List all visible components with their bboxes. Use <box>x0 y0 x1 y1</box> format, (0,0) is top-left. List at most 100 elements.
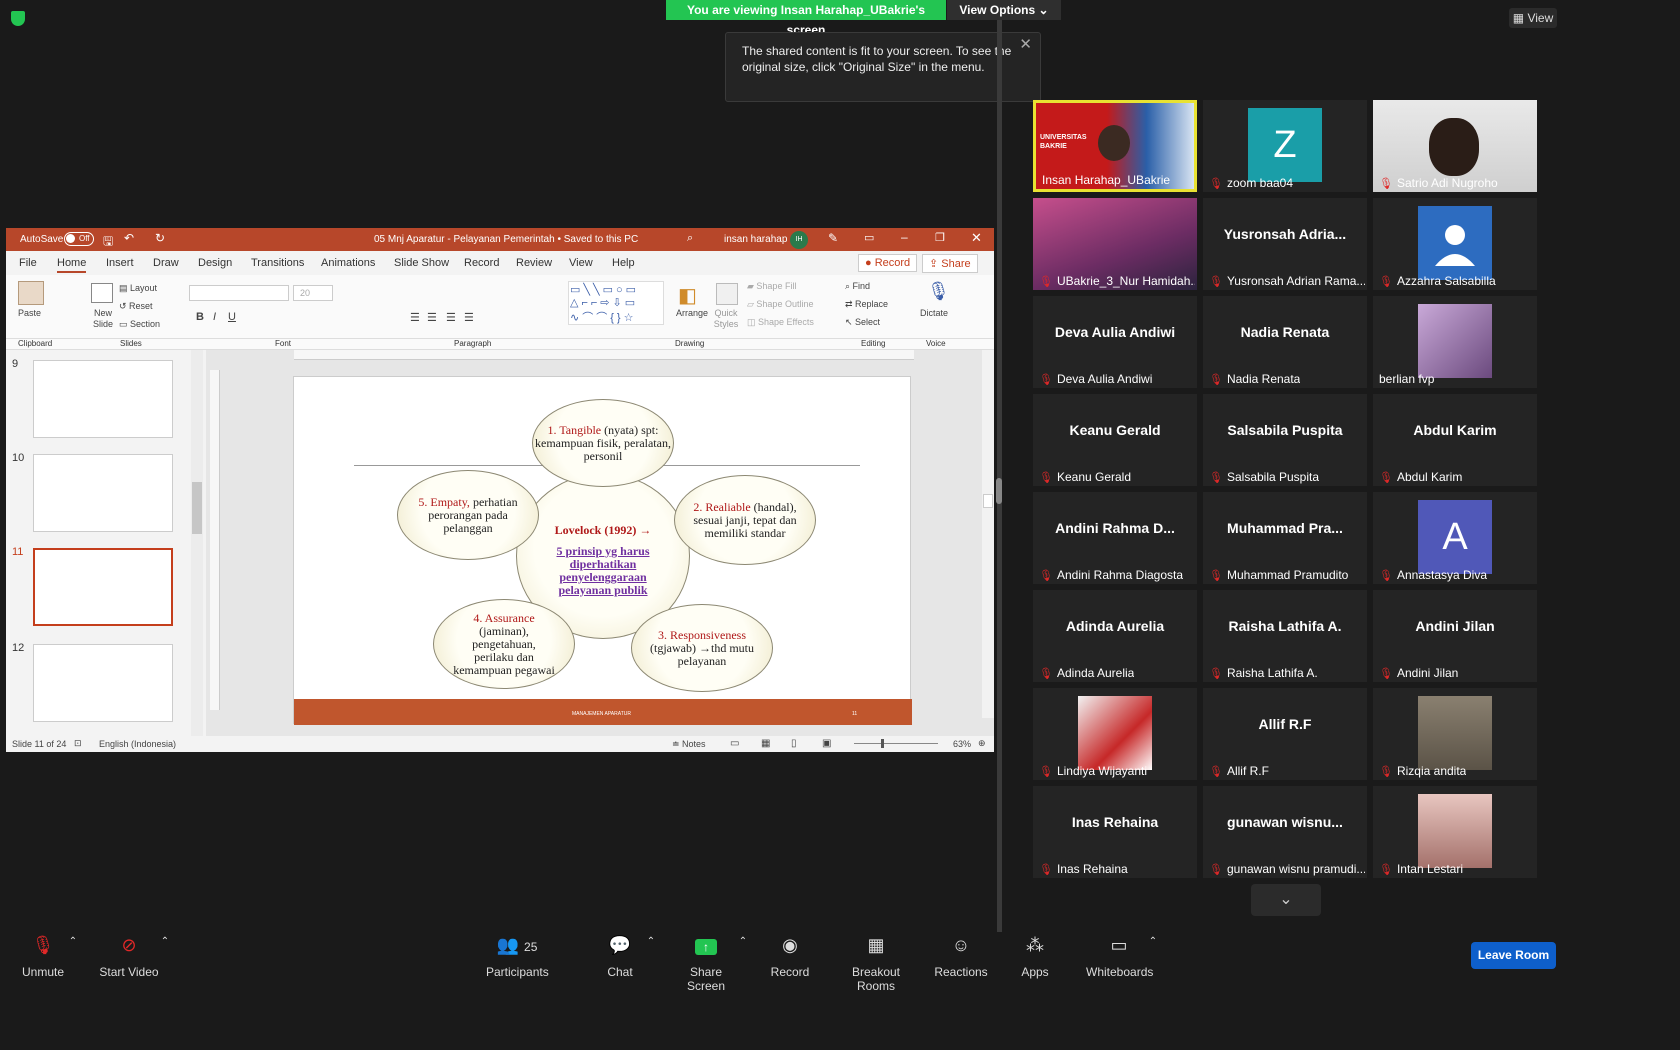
minimize-icon[interactable]: – <box>901 230 908 244</box>
chat-options-chevron-icon[interactable]: ⌃ <box>644 936 658 984</box>
paste-icon[interactable] <box>18 281 44 305</box>
divider-handle[interactable] <box>996 478 1002 504</box>
principle-5-ellipse[interactable]: 5. Empaty, perhatian perorangan pada pel… <box>397 470 539 560</box>
new-slide-icon[interactable] <box>91 283 113 303</box>
whiteboard-options-chevron-icon[interactable]: ⌃ <box>1146 936 1160 984</box>
participant-tile[interactable]: UNIVERSITAS BAKRIE Insan Harahap_UBakrie <box>1033 100 1197 192</box>
apps-button[interactable]: ⁂ Apps <box>1018 932 1052 980</box>
next-page-chevron-icon[interactable]: ⌄ <box>1251 884 1321 916</box>
principle-4-ellipse[interactable]: 4. Assurance (jaminan), pengetahuan, per… <box>433 599 575 689</box>
search-icon[interactable]: ⌕ <box>687 232 693 245</box>
user-avatar[interactable]: IH <box>790 231 808 249</box>
fit-slide-icon[interactable]: ⊕ <box>978 738 986 749</box>
record-button[interactable]: ◉ Record <box>770 932 810 980</box>
slide-scrollbar[interactable] <box>982 350 994 718</box>
tab-draw[interactable]: Draw <box>153 257 179 269</box>
redo-icon[interactable]: ↻ <box>155 231 165 245</box>
shapes-gallery[interactable]: ▭╲╲▭○▭ △⌐⌐⇨⇩▭ ∿⌒⌒{}☆ <box>568 281 664 325</box>
tab-home[interactable]: Home <box>57 257 87 273</box>
font-size-box[interactable]: 20 <box>293 285 333 301</box>
tab-review[interactable]: Review <box>516 257 552 269</box>
quick-styles-icon[interactable] <box>716 283 738 305</box>
participant-tile[interactable]: Z 🎙 zoom baa04 <box>1203 100 1367 192</box>
whiteboards-button[interactable]: ▭ Whiteboards <box>1086 932 1153 980</box>
participant-tile[interactable]: 🎙 Intan Lestari <box>1373 786 1537 878</box>
align-right-icon[interactable]: ☰ <box>446 311 456 324</box>
participant-tile[interactable]: Andini Rahma D... 🎙 Andini Rahma Diagosta <box>1033 492 1197 584</box>
principle-1-ellipse[interactable]: 1. Tangible (nyata) spt: kemampuan fisik… <box>532 399 674 487</box>
participant-tile[interactable]: Salsabila Puspita 🎙 Salsabila Puspita <box>1203 394 1367 486</box>
tab-view[interactable]: View <box>569 257 593 269</box>
reading-view-icon[interactable]: ▯ <box>791 738 797 749</box>
shape-effects-button[interactable]: ◫ Shape Effects <box>747 317 814 328</box>
tab-help[interactable]: Help <box>612 257 635 269</box>
participant-tile[interactable]: 🎙 Satrio Adi Nugroho <box>1373 100 1537 192</box>
accessibility-icon[interactable]: ⊡ <box>74 738 82 749</box>
save-icon[interactable]: 🖫 <box>103 232 113 253</box>
participant-tile[interactable]: 🎙 Lindiya Wijayanti <box>1033 688 1197 780</box>
participant-tile[interactable]: Allif R.F 🎙 Allif R.F <box>1203 688 1367 780</box>
start-video-button[interactable]: ⊘ Start Video <box>98 932 160 980</box>
zoom-slider-thumb[interactable] <box>881 739 884 748</box>
participant-tile[interactable]: Inas Rehaina 🎙 Inas Rehaina <box>1033 786 1197 878</box>
panel-divider[interactable] <box>997 20 1002 932</box>
ppt-share-button[interactable]: ⇪ Share <box>922 254 978 273</box>
close-icon[interactable]: ✕ <box>1019 37 1032 53</box>
shape-fill-button[interactable]: ▰ Shape Fill <box>747 281 796 292</box>
section-button[interactable]: ▭ Section <box>119 319 160 330</box>
participant-tile[interactable]: gunawan wisnu... 🎙 gunawan wisnu pramudi..… <box>1203 786 1367 878</box>
tab-record[interactable]: Record <box>464 257 499 269</box>
tab-design[interactable]: Design <box>198 257 232 269</box>
select-button[interactable]: ↖ Select <box>845 317 880 328</box>
sorter-view-icon[interactable]: ▦ <box>761 738 770 749</box>
slide-thumbnail-10[interactable] <box>33 454 173 532</box>
close-window-icon[interactable]: ✕ <box>971 230 982 246</box>
participant-tile[interactable]: Deva Aulia Andiwi 🎙 Deva Aulia Andiwi <box>1033 296 1197 388</box>
zoom-slider[interactable] <box>854 743 938 744</box>
slide-thumbnail-9[interactable] <box>33 360 173 438</box>
chat-button[interactable]: 💬 Chat <box>604 932 636 980</box>
reset-button[interactable]: ↺ Reset <box>119 301 153 312</box>
participant-tile[interactable]: berlian fvp <box>1373 296 1537 388</box>
security-shield-icon[interactable] <box>11 11 25 26</box>
thumbnail-scrollbar[interactable] <box>191 350 203 736</box>
participants-button[interactable]: 👥 25 Participants <box>486 932 549 980</box>
find-button[interactable]: ⌕ Find <box>845 281 870 292</box>
language-status[interactable]: English (Indonesia) <box>99 739 176 749</box>
participant-tile[interactable]: 🎙 Rizqia andita <box>1373 688 1537 780</box>
ppt-record-button[interactable]: ● Record <box>858 254 918 272</box>
tab-insert[interactable]: Insert <box>106 257 134 269</box>
tab-slide-show[interactable]: Slide Show <box>394 257 449 269</box>
quick-styles-label[interactable]: Quick Styles <box>710 308 742 330</box>
zoom-level[interactable]: 63% <box>953 739 971 749</box>
tab-transitions[interactable]: Transitions <box>251 257 304 269</box>
slide-thumbnail-11[interactable] <box>31 546 175 628</box>
participant-tile[interactable]: 🎙 Azzahra Salsabilla <box>1373 198 1537 290</box>
tab-file[interactable]: File <box>19 257 37 269</box>
align-left-icon[interactable]: ☰ <box>410 311 420 324</box>
underline-button[interactable]: U <box>228 311 236 323</box>
participant-tile[interactable]: Keanu Gerald 🎙 Keanu Gerald <box>1033 394 1197 486</box>
slideshow-view-icon[interactable]: ▣ <box>822 738 831 749</box>
dictate-label[interactable]: Dictate <box>920 308 948 318</box>
tab-animations[interactable]: Animations <box>321 257 375 269</box>
reactions-button[interactable]: ☺ Reactions <box>934 932 988 980</box>
view-layout-button[interactable]: ▦ View <box>1509 8 1557 28</box>
layout-button[interactable]: ▤ Layout <box>119 283 157 294</box>
thumbnail-scroll-thumb[interactable] <box>192 482 202 534</box>
audio-options-chevron-icon[interactable]: ⌃ <box>66 936 80 984</box>
replace-button[interactable]: ⇄ Replace <box>845 299 888 310</box>
font-name-box[interactable] <box>189 285 289 301</box>
breakout-rooms-button[interactable]: ▦ Breakout Rooms <box>834 932 918 993</box>
slide-scroll-thumb[interactable] <box>983 494 993 508</box>
maximize-icon[interactable]: ❐ <box>935 231 945 244</box>
participant-tile[interactable]: Raisha Lathifa A. 🎙 Raisha Lathifa A. <box>1203 590 1367 682</box>
arrange-icon[interactable]: ◧ <box>678 283 697 308</box>
current-slide[interactable]: Lovelock (1992) → 5 prinsip yg harus dip… <box>293 376 912 725</box>
participant-tile[interactable]: Adinda Aurelia 🎙 Adinda Aurelia <box>1033 590 1197 682</box>
italic-button[interactable]: I <box>213 311 216 323</box>
bold-button[interactable]: B <box>196 311 204 323</box>
video-options-chevron-icon[interactable]: ⌃ <box>158 936 172 984</box>
slide-thumbnail-12[interactable] <box>33 644 173 722</box>
principle-3-ellipse[interactable]: 3. Responsiveness (tgjawab) →thd mutu pe… <box>631 604 773 692</box>
